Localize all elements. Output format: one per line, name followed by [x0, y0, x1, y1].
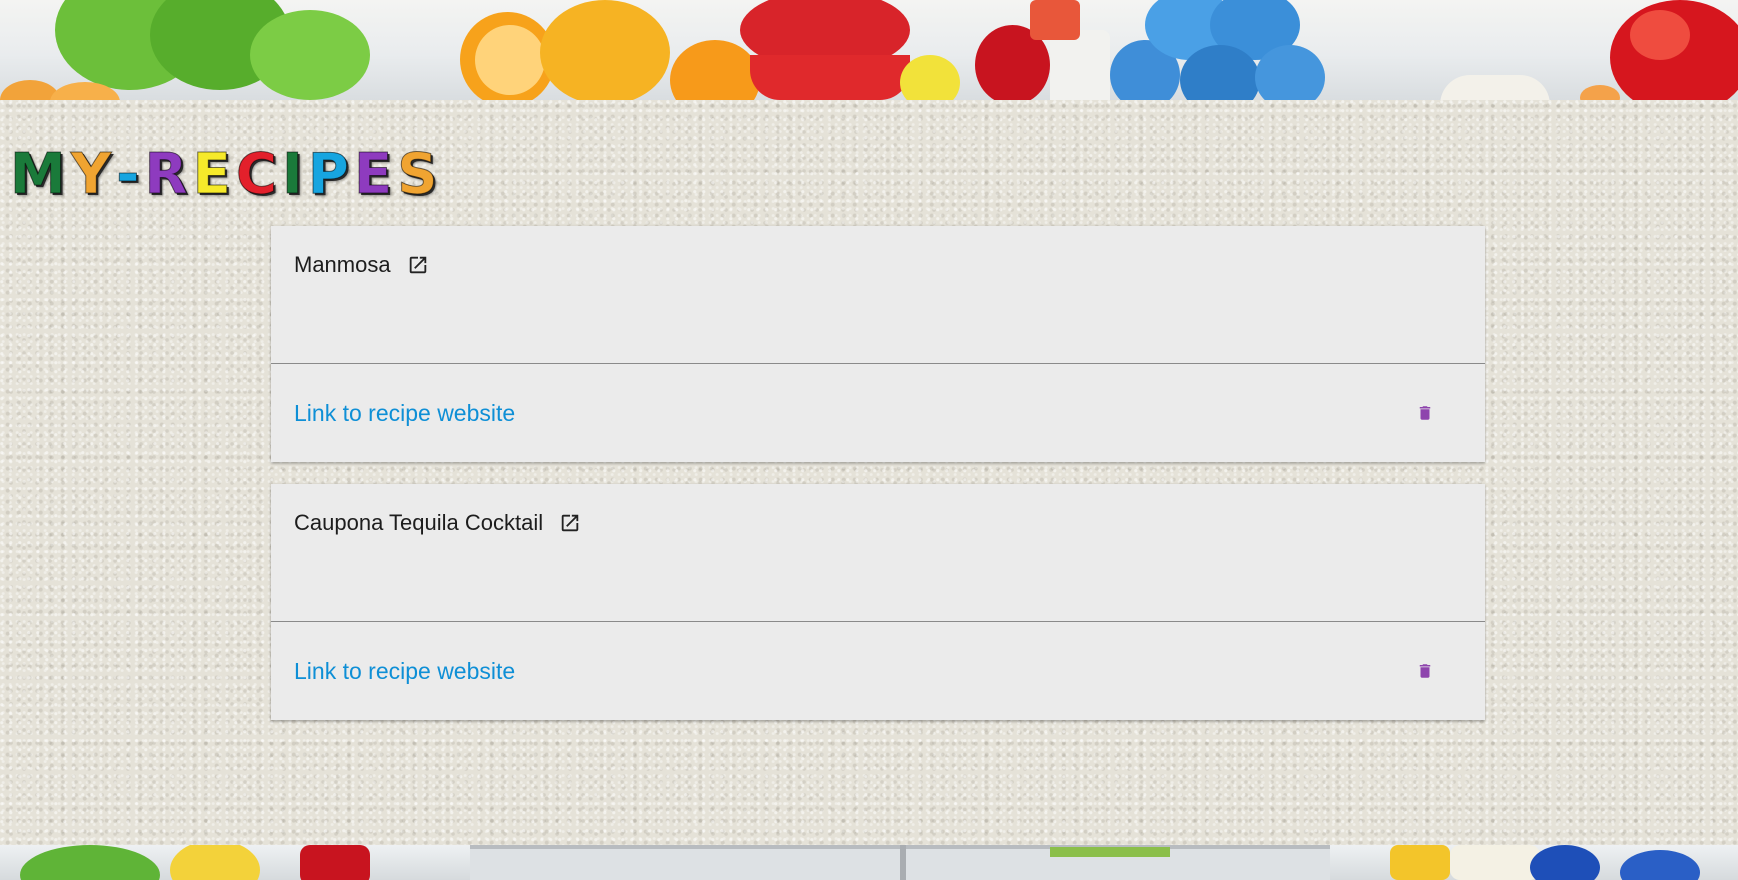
recipe-website-link[interactable]: Link to recipe website — [294, 658, 515, 685]
footer-banner-image — [0, 845, 1738, 880]
recipe-card-actions: Link to recipe website — [271, 622, 1485, 720]
recipe-title-row: Caupona Tequila Cocktail — [294, 510, 1462, 536]
logo-letter: S — [397, 142, 443, 208]
logo-letter: M — [10, 142, 71, 208]
logo-letter: I — [282, 142, 308, 208]
logo-letter: E — [192, 142, 236, 208]
header-banner-image — [0, 0, 1738, 100]
recipe-card-header: Caupona Tequila Cocktail — [271, 484, 1485, 622]
recipe-card: Caupona Tequila Cocktail Link to recipe … — [271, 484, 1485, 720]
external-link-icon[interactable] — [559, 512, 581, 534]
logo-letter: R — [144, 142, 193, 208]
recipe-title: Manmosa — [294, 252, 391, 277]
recipe-title: Caupona Tequila Cocktail — [294, 510, 544, 535]
recipe-card: Manmosa Link to recipe website — [271, 226, 1485, 462]
recipe-website-link[interactable]: Link to recipe website — [294, 400, 515, 427]
trash-icon[interactable] — [1416, 403, 1434, 423]
recipe-list: Manmosa Link to recipe website Caupona T… — [271, 226, 1485, 742]
recipe-card-header: Manmosa — [271, 226, 1485, 364]
logo-letter: Y — [70, 142, 117, 208]
logo-letter: C — [235, 142, 283, 208]
recipe-title-row: Manmosa — [294, 252, 1462, 278]
external-link-icon[interactable] — [407, 254, 429, 276]
logo-letter: - — [116, 142, 145, 208]
logo-letter: E — [353, 142, 398, 208]
app-logo: MY-RECIPES — [10, 140, 443, 210]
logo-letter: P — [307, 142, 354, 208]
trash-icon[interactable] — [1416, 661, 1434, 681]
recipe-card-actions: Link to recipe website — [271, 364, 1485, 462]
